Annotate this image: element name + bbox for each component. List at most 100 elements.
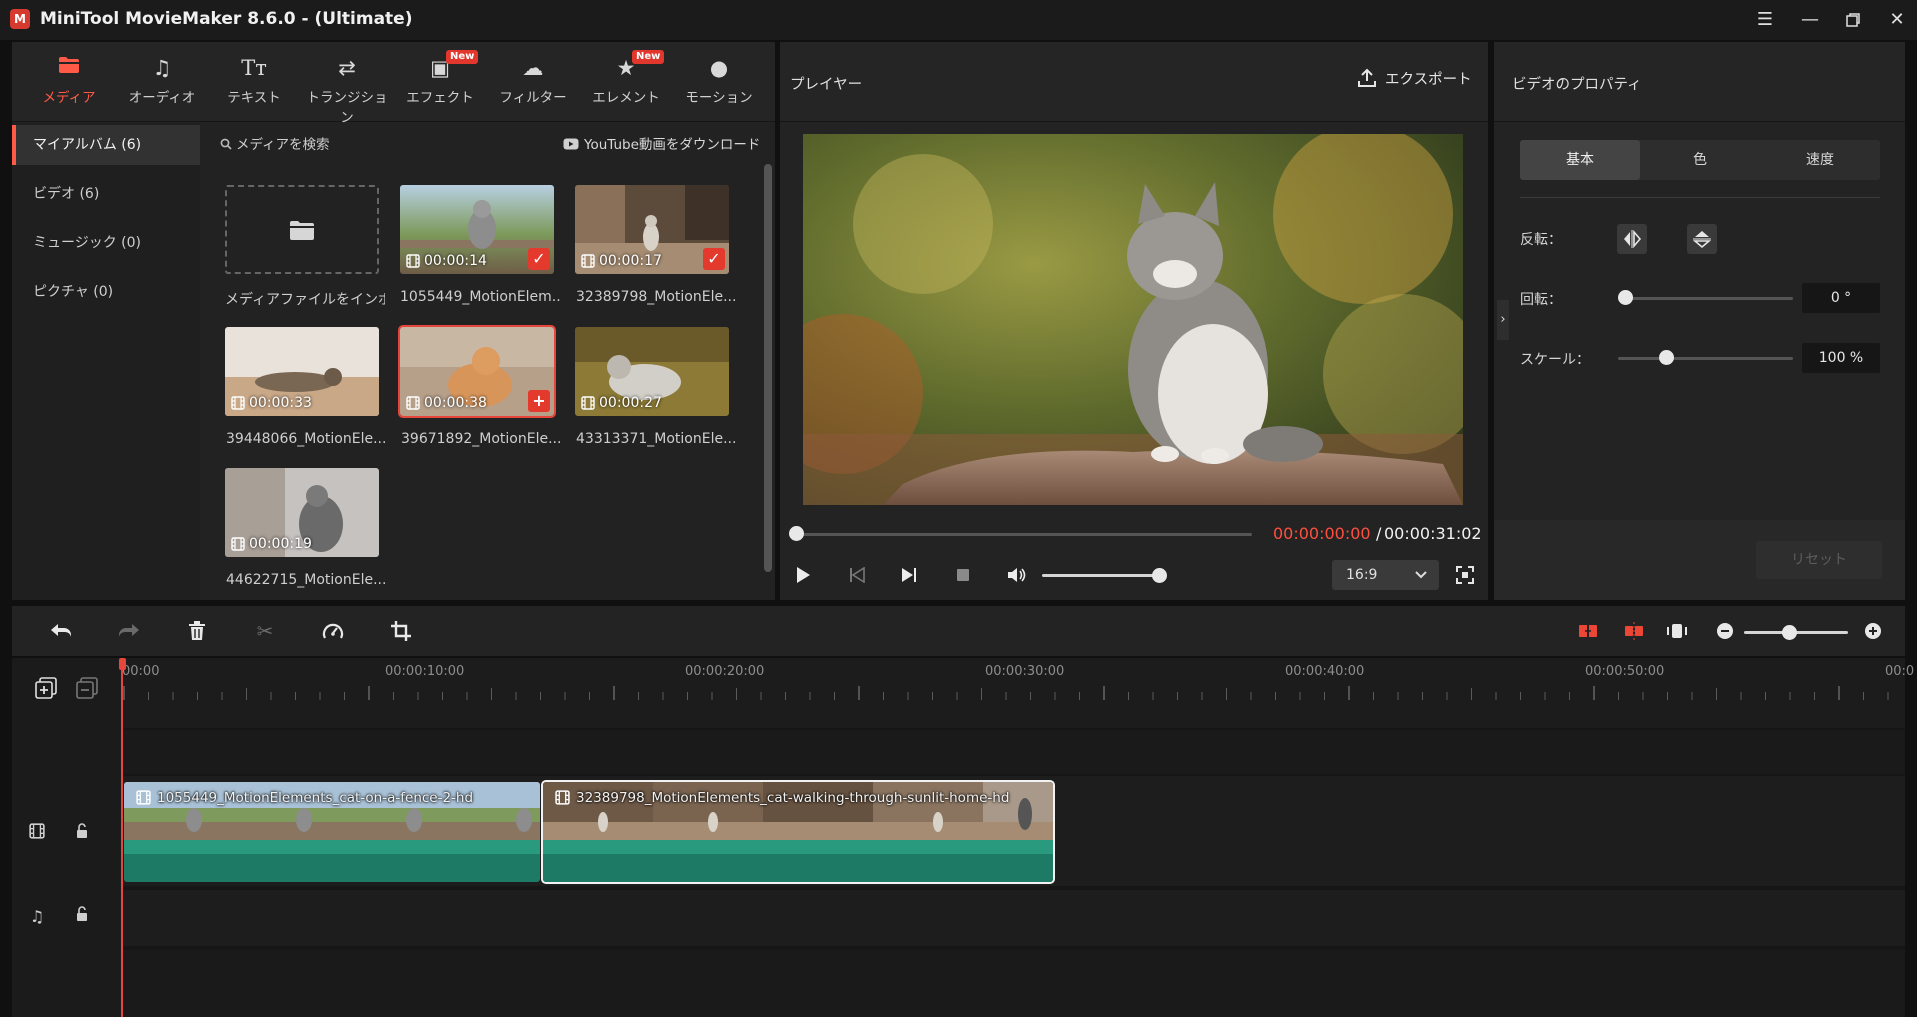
search-icon xyxy=(220,138,232,150)
rotate-value-field[interactable]: 0 ° xyxy=(1802,283,1880,313)
tab-color[interactable]: 色 xyxy=(1640,140,1760,180)
track-lane[interactable] xyxy=(122,730,1905,774)
flip-vertical-icon xyxy=(1692,231,1712,249)
divider xyxy=(1520,197,1880,198)
clip-audio-band xyxy=(124,840,540,882)
media-item[interactable]: 00:00:17 ✓ xyxy=(575,185,729,274)
sidebar-item-video[interactable]: ビデオ (6) xyxy=(12,174,200,214)
collapse-panel-button[interactable]: › xyxy=(1497,300,1509,340)
scale-slider[interactable] xyxy=(1618,357,1793,360)
timeline-clip[interactable]: 1055449_MotionElements_cat-on-a-fence-2-… xyxy=(124,782,540,882)
export-button[interactable]: エクスポート xyxy=(1357,68,1487,96)
tab-media[interactable]: メディア xyxy=(23,54,115,116)
fit-button[interactable] xyxy=(1662,616,1692,646)
tab-audio[interactable]: ♫ オーディオ xyxy=(116,54,208,116)
tab-motion[interactable]: ● モーション xyxy=(673,54,765,116)
speedometer-icon xyxy=(322,623,344,639)
media-item[interactable]: 00:00:19 xyxy=(225,468,379,557)
zoom-in-button[interactable] xyxy=(1858,616,1888,646)
rotate-handle[interactable] xyxy=(1618,290,1633,305)
import-label: メディアファイルをインポート xyxy=(225,292,385,308)
media-item[interactable]: 00:00:27 xyxy=(575,327,729,416)
undo-button[interactable] xyxy=(46,616,76,646)
sidebar-item-music[interactable]: ミュージック (0) xyxy=(12,223,200,263)
media-item[interactable]: 00:00:14 ✓ xyxy=(400,185,554,274)
tab-effects[interactable]: ▣ エフェクト New xyxy=(394,50,486,116)
volume-handle[interactable] xyxy=(1152,568,1167,583)
tab-text[interactable]: Tт テキスト xyxy=(208,54,300,116)
rotate-slider[interactable] xyxy=(1625,297,1793,300)
split-red-button[interactable] xyxy=(1573,616,1603,646)
redo-button[interactable] xyxy=(114,616,144,646)
volume-button[interactable] xyxy=(1003,562,1029,588)
add-icon[interactable]: + xyxy=(528,390,550,412)
track-lane[interactable] xyxy=(122,950,1905,1017)
duration-label: 00:00:17 xyxy=(581,253,662,269)
flip-vertical-button[interactable] xyxy=(1687,224,1717,254)
menu-icon[interactable]: ☰ xyxy=(1748,6,1782,34)
crop-button[interactable] xyxy=(386,616,416,646)
text-icon: Tт xyxy=(241,56,267,80)
delete-button[interactable] xyxy=(182,616,212,646)
fullscreen-button[interactable] xyxy=(1452,562,1478,588)
current-time: 00:00:00:00 xyxy=(1273,524,1371,543)
previous-frame-button[interactable] xyxy=(844,562,870,588)
close-button[interactable]: ✕ xyxy=(1880,6,1914,34)
media-scrollbar[interactable] xyxy=(764,164,772,572)
timeline-clip[interactable]: 32389798_MotionElements_cat-walking-thro… xyxy=(541,780,1055,884)
media-item-name: 44622715_MotionEle... xyxy=(226,572,386,588)
youtube-download-button[interactable]: YouTube動画をダウンロード xyxy=(563,133,773,155)
video-preview[interactable] xyxy=(803,134,1463,505)
search-input[interactable]: メディアを検索 xyxy=(220,133,520,155)
volume-slider[interactable] xyxy=(1042,574,1160,577)
playhead-handle[interactable] xyxy=(119,658,126,670)
play-button[interactable] xyxy=(790,562,816,588)
zoom-handle[interactable] xyxy=(1782,625,1797,640)
speed-button[interactable] xyxy=(318,616,348,646)
zoom-out-button[interactable] xyxy=(1710,616,1740,646)
clip-audio-band xyxy=(543,840,1053,882)
split-button[interactable]: ✂ xyxy=(250,616,280,646)
check-icon: ✓ xyxy=(528,248,550,270)
trim-red-button[interactable] xyxy=(1619,616,1649,646)
check-icon: ✓ xyxy=(703,248,725,270)
redo-icon xyxy=(119,624,139,637)
import-media-button[interactable] xyxy=(225,185,379,274)
ruler-label: 00:0 xyxy=(1885,664,1915,679)
flip-horizontal-button[interactable] xyxy=(1617,224,1647,254)
tab-transition[interactable]: ⇄ トランジション xyxy=(301,54,393,126)
reset-button[interactable]: リセット xyxy=(1756,541,1882,579)
media-item[interactable]: 00:00:33 xyxy=(225,327,379,416)
tab-basic[interactable]: 基本 xyxy=(1520,140,1640,180)
flip-label: 反転： xyxy=(1520,232,1562,248)
next-frame-button[interactable] xyxy=(896,562,922,588)
scale-value-field[interactable]: 100 % xyxy=(1802,343,1880,373)
folder-icon xyxy=(290,221,314,240)
stop-button[interactable] xyxy=(950,562,976,588)
properties-tabs: 基本 色 速度 xyxy=(1520,140,1880,180)
film-icon xyxy=(136,790,151,805)
media-item[interactable]: 00:00:38 + xyxy=(398,325,556,418)
speaker-icon xyxy=(1008,568,1026,582)
scrubber-handle[interactable] xyxy=(789,526,804,541)
lock-icon[interactable] xyxy=(71,823,93,845)
undo-icon xyxy=(51,624,71,637)
tab-filter[interactable]: ☁ フィルター xyxy=(487,54,579,116)
music-track-lane[interactable] xyxy=(122,890,1905,946)
media-item-name: 1055449_MotionElem... xyxy=(400,289,560,305)
tab-elements[interactable]: ★ エレメント New xyxy=(580,50,672,116)
minimize-button[interactable]: — xyxy=(1793,6,1827,34)
aspect-ratio-select[interactable]: 16:9 xyxy=(1332,560,1439,590)
film-icon xyxy=(231,537,245,551)
remove-track-button[interactable] xyxy=(76,677,98,699)
add-track-button[interactable] xyxy=(35,677,57,699)
ruler-label: 00:00:40:00 xyxy=(1285,664,1365,679)
scale-handle[interactable] xyxy=(1659,350,1674,365)
lock-icon[interactable] xyxy=(71,906,93,928)
sidebar-item-picture[interactable]: ピクチャ (0) xyxy=(12,272,200,312)
maximize-button[interactable] xyxy=(1836,6,1870,34)
playback-scrubber[interactable] xyxy=(796,533,1252,536)
tab-speed[interactable]: 速度 xyxy=(1760,140,1880,180)
sidebar-item-my-album[interactable]: マイアルバム (6) xyxy=(12,125,200,165)
playhead[interactable] xyxy=(121,660,123,1017)
